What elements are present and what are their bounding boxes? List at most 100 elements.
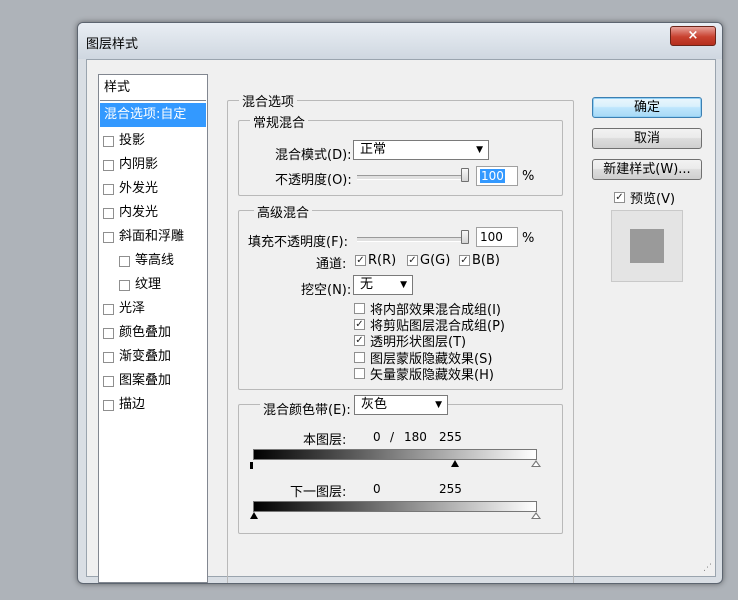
this-layer-gradient: [253, 449, 537, 460]
channel-b[interactable]: B(B): [459, 253, 500, 268]
window-title: 图层样式: [86, 37, 139, 52]
chevron-down-icon: ▼: [476, 145, 483, 155]
opacity-label: 不透明度(O):: [275, 173, 352, 188]
style-item-label: 光泽: [119, 301, 146, 316]
channel-g-label: G(G): [420, 253, 451, 268]
channel-b-checkbox[interactable]: [459, 255, 470, 266]
opacity-slider-track[interactable]: [357, 175, 469, 180]
style-item-color-overlay[interactable]: 颜色叠加: [99, 321, 207, 345]
inner-glow-checkbox[interactable]: [103, 207, 114, 219]
title-bar[interactable]: 图层样式 ×: [78, 23, 722, 59]
preview-toggle[interactable]: 预览(V): [614, 188, 675, 207]
bevel-emboss-checkbox[interactable]: [103, 231, 114, 243]
style-item-label: 等高线: [135, 253, 175, 268]
blend-clipped-layers-checkbox[interactable]: [354, 319, 365, 330]
style-item-label: 纹理: [135, 277, 162, 292]
this-layer-split-value: 180: [404, 430, 427, 444]
blend-mode-select[interactable]: 正常 ▼: [353, 140, 489, 160]
satin-checkbox[interactable]: [103, 303, 114, 315]
knockout-value: 无: [360, 277, 374, 292]
channel-r-checkbox[interactable]: [355, 255, 366, 266]
channel-b-label: B(B): [472, 253, 500, 268]
style-preview-thumbnail: [611, 210, 683, 282]
this-layer-split-slider[interactable]: [451, 460, 459, 467]
fill-opacity-label: 填充不透明度(F):: [248, 235, 349, 250]
style-item-label: 外发光: [119, 181, 159, 196]
preview-checkbox[interactable]: [614, 192, 625, 203]
knockout-select[interactable]: 无 ▼: [353, 275, 413, 295]
blend-if-select[interactable]: 灰色 ▼: [354, 395, 448, 415]
advanced-option-5[interactable]: 矢量蒙版隐藏效果(H): [354, 364, 494, 383]
layer-style-dialog: 图层样式 × 样式 混合选项:自定 投影 内阴影 外发光 内发光 斜面和浮雕 等…: [77, 22, 723, 584]
style-item-satin[interactable]: 光泽: [99, 297, 207, 321]
style-item-inner-glow[interactable]: 内发光: [99, 201, 207, 225]
ok-button[interactable]: 确定: [592, 97, 702, 118]
advanced-option-label: 矢量蒙版隐藏效果(H): [370, 368, 494, 383]
drop-shadow-checkbox[interactable]: [103, 135, 114, 147]
opacity-slider-thumb[interactable]: [461, 168, 469, 182]
channel-r[interactable]: R(R): [355, 253, 396, 268]
new-style-button[interactable]: 新建样式(W)...: [592, 159, 702, 180]
color-overlay-checkbox[interactable]: [103, 327, 114, 339]
pattern-overlay-checkbox[interactable]: [103, 375, 114, 387]
this-layer-low-slider[interactable]: [250, 462, 253, 469]
channel-g[interactable]: G(G): [407, 253, 450, 268]
blend-interior-effects-checkbox[interactable]: [354, 303, 365, 314]
fill-opacity-input[interactable]: 100: [476, 227, 518, 247]
style-item-label: 内阴影: [119, 157, 159, 172]
stroke-checkbox[interactable]: [103, 399, 114, 411]
blending-options-title: 混合选项: [239, 91, 298, 110]
close-button[interactable]: ×: [670, 26, 716, 46]
style-item-texture[interactable]: 纹理: [99, 273, 207, 297]
opacity-unit: %: [522, 169, 535, 184]
fill-opacity-slider-track[interactable]: [357, 237, 469, 242]
styles-list: 样式 混合选项:自定 投影 内阴影 外发光 内发光 斜面和浮雕 等高线 纹理 光…: [98, 74, 208, 583]
style-item-label: 颜色叠加: [119, 325, 172, 340]
style-item-inner-shadow[interactable]: 内阴影: [99, 153, 207, 177]
styles-list-header: 样式: [100, 76, 206, 101]
preview-swatch: [630, 229, 664, 263]
preview-label: 预览(V): [630, 192, 676, 207]
style-item-label: 描边: [119, 397, 146, 412]
underlying-high-slider[interactable]: [531, 512, 541, 519]
chevron-down-icon: ▼: [400, 280, 407, 290]
this-layer-separator: /: [390, 430, 395, 444]
this-layer-high-slider[interactable]: [531, 460, 541, 467]
channel-r-label: R(R): [368, 253, 397, 268]
style-item-outer-glow[interactable]: 外发光: [99, 177, 207, 201]
dialog-body: 样式 混合选项:自定 投影 内阴影 外发光 内发光 斜面和浮雕 等高线 纹理 光…: [86, 59, 716, 583]
style-item-blending-options[interactable]: 混合选项:自定: [100, 103, 206, 127]
style-item-label: 渐变叠加: [119, 349, 172, 364]
fill-opacity-unit: %: [522, 231, 535, 246]
chevron-down-icon: ▼: [435, 400, 442, 410]
style-item-label: 内发光: [119, 205, 159, 220]
style-item-stroke[interactable]: 描边: [99, 393, 207, 417]
fill-opacity-slider-thumb[interactable]: [461, 230, 469, 244]
transparency-shapes-layer-checkbox[interactable]: [354, 335, 365, 346]
style-item-pattern-overlay[interactable]: 图案叠加: [99, 369, 207, 393]
general-blending-title: 常规混合: [250, 112, 309, 131]
style-item-label: 图案叠加: [119, 373, 172, 388]
style-item-bevel-emboss[interactable]: 斜面和浮雕: [99, 225, 207, 249]
style-item-label: 投影: [119, 133, 146, 148]
style-item-contour[interactable]: 等高线: [99, 249, 207, 273]
style-item-label: 斜面和浮雕: [119, 229, 185, 244]
style-item-gradient-overlay[interactable]: 渐变叠加: [99, 345, 207, 369]
outer-glow-checkbox[interactable]: [103, 183, 114, 195]
layer-mask-hides-effects-checkbox[interactable]: [354, 352, 365, 363]
channel-g-checkbox[interactable]: [407, 255, 418, 266]
underlying-high-value: 255: [439, 482, 462, 496]
texture-checkbox[interactable]: [119, 279, 130, 291]
inner-shadow-checkbox[interactable]: [103, 159, 114, 171]
cancel-button[interactable]: 取消: [592, 128, 702, 149]
resize-grip-icon[interactable]: ⋰: [703, 563, 712, 573]
gradient-overlay-checkbox[interactable]: [103, 351, 114, 363]
style-item-drop-shadow[interactable]: 投影: [99, 129, 207, 153]
contour-checkbox[interactable]: [119, 255, 130, 267]
vector-mask-hides-effects-checkbox[interactable]: [354, 368, 365, 379]
blend-if-label: 混合颜色带(E):: [260, 399, 354, 418]
underlying-low-value: 0: [373, 482, 381, 496]
underlying-low-slider[interactable]: [250, 512, 258, 519]
opacity-input[interactable]: 100: [476, 166, 518, 186]
fill-opacity-value: 100: [480, 230, 503, 244]
